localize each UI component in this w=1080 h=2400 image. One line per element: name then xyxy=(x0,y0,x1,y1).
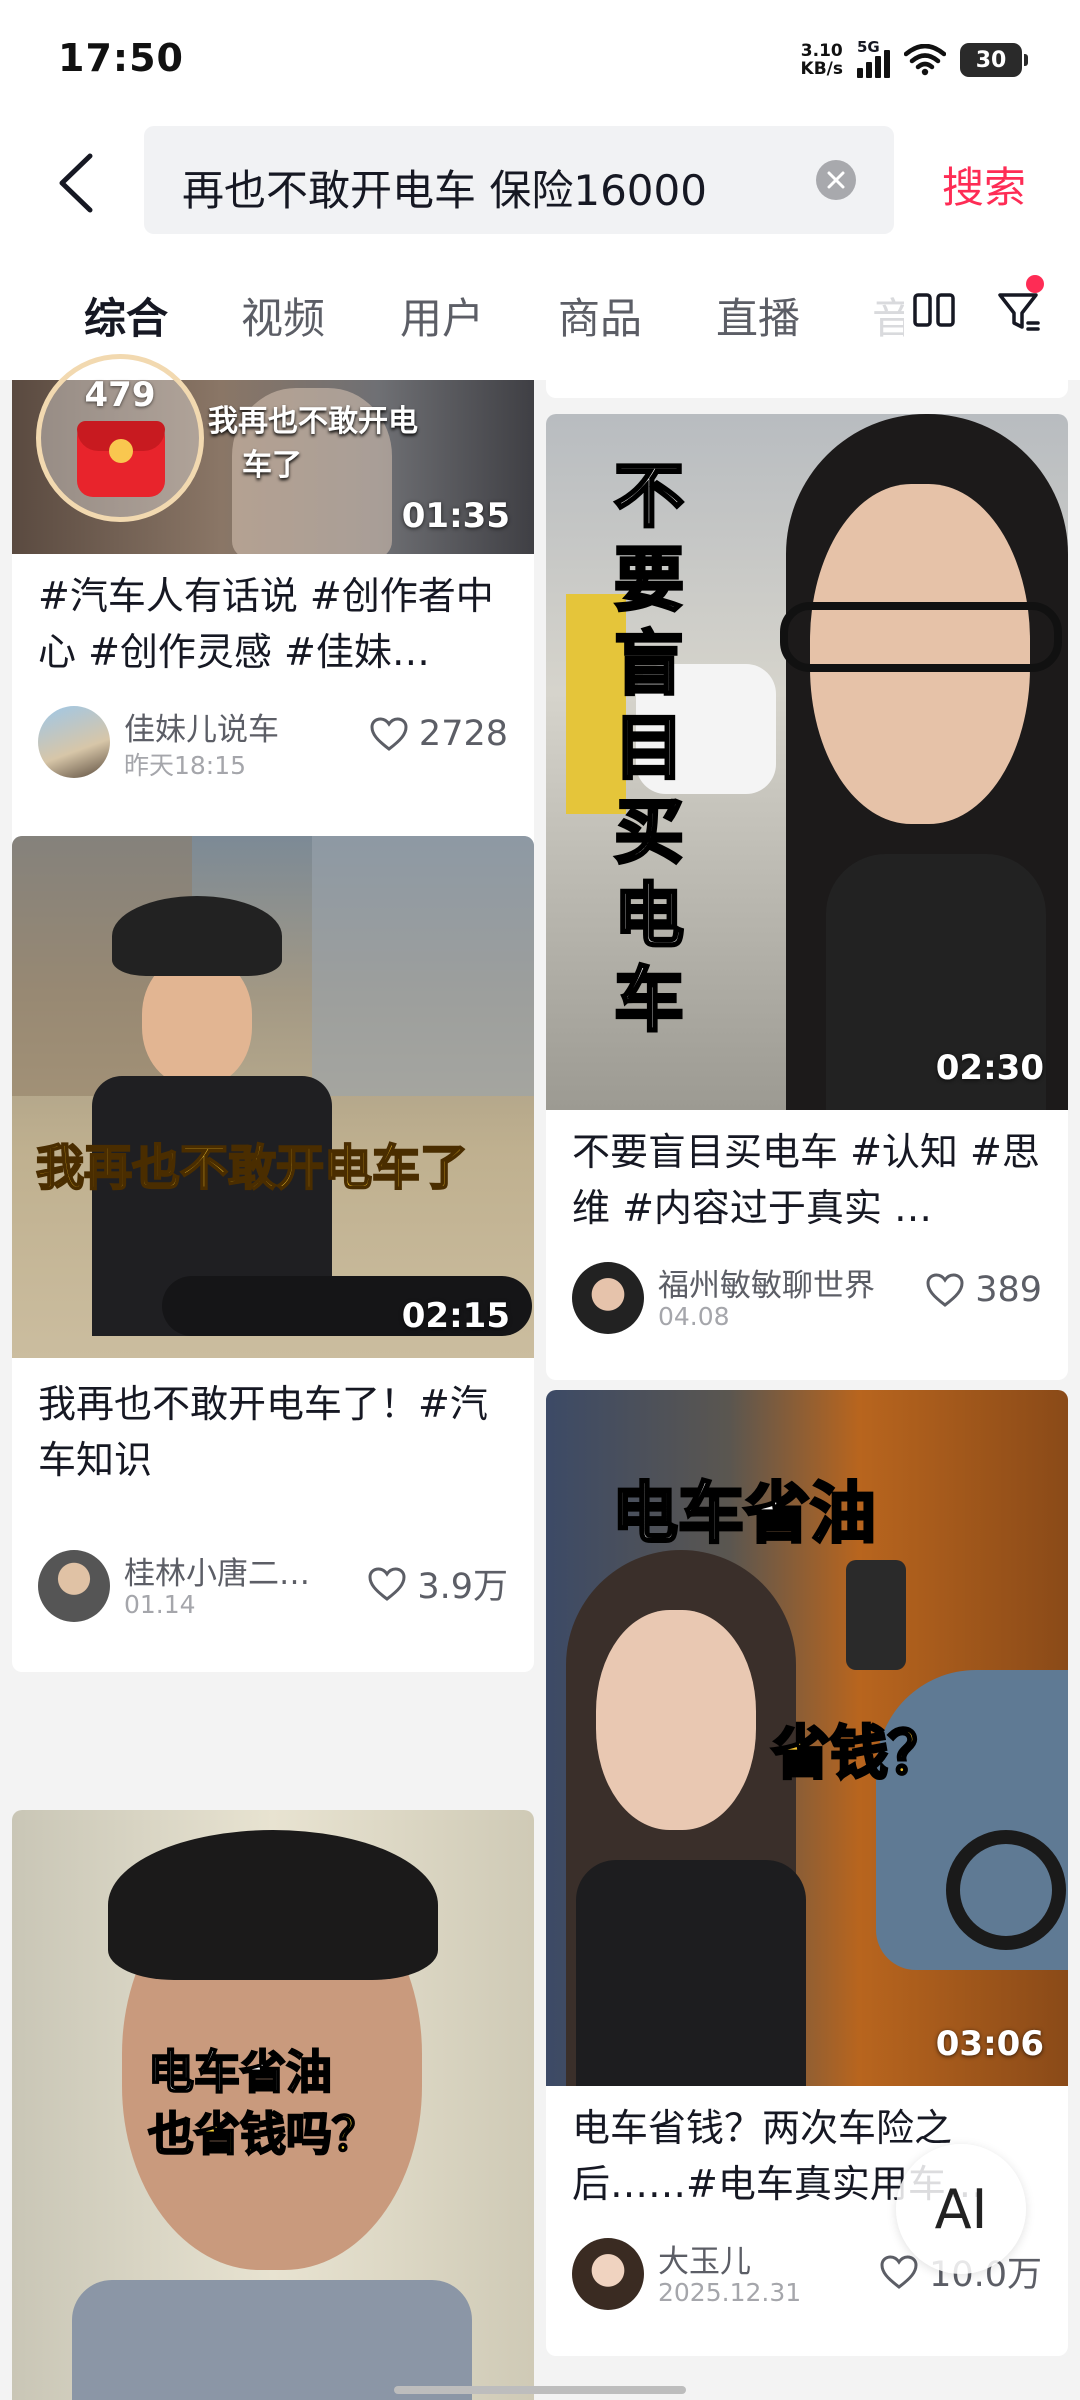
video-card[interactable] xyxy=(546,380,1068,398)
heart-icon xyxy=(368,1566,406,1601)
thumbnail-caption: 省钱？ xyxy=(770,1718,947,1789)
thumbnail-caption: 电车省油 xyxy=(611,1474,878,1554)
network-speed: 3.10 KB/s xyxy=(801,42,843,78)
thumbnail-caption: 我再也不敢开电 xyxy=(208,404,418,439)
like-count[interactable]: 389 xyxy=(925,1270,1042,1310)
avatar[interactable] xyxy=(572,1262,644,1334)
ai-assistant-button[interactable]: AI xyxy=(896,2144,1026,2274)
video-duration: 03:06 xyxy=(935,2024,1044,2064)
heart-icon xyxy=(926,1273,964,1307)
video-duration: 02:30 xyxy=(935,1048,1044,1088)
tab-live[interactable]: 直播 xyxy=(716,285,800,346)
video-card[interactable]: 我再也不敢开电车了 02:15 我再也不敢开电车了！#汽车知识 桂林小唐二… 0… xyxy=(12,836,534,1672)
post-date: 04.08 xyxy=(658,1302,730,1331)
author-name[interactable]: 福州敏敏聊世界 xyxy=(658,1260,875,1305)
home-indicator[interactable] xyxy=(394,2386,686,2394)
video-thumbnail: 电车省油 省钱？ 03:06 xyxy=(546,1390,1068,2086)
network-speed-value: 3.10 xyxy=(800,41,843,61)
avatar[interactable] xyxy=(38,1550,110,1622)
filter-icon[interactable] xyxy=(996,287,1042,335)
search-header: 再也不敢开电车 保险16000 搜索 xyxy=(0,120,1080,245)
video-thumbnail: 我再也不敢开电车了 02:15 xyxy=(12,836,534,1358)
author-name[interactable]: 桂林小唐二… xyxy=(124,1548,310,1593)
status-indicators: 3.10 KB/s 5G 30 xyxy=(801,38,1028,82)
like-count-value: 389 xyxy=(975,1270,1042,1310)
post-date: 2025.12.31 xyxy=(658,2278,802,2307)
avatar[interactable] xyxy=(38,706,110,778)
thumbnail-caption: 不要盲目买电车 xyxy=(613,454,686,1043)
clear-search-icon[interactable] xyxy=(816,160,856,200)
author-name[interactable]: 大玉儿 xyxy=(658,2236,751,2281)
like-count-value: 2728 xyxy=(418,714,508,754)
signal-icon: 5G xyxy=(857,38,890,78)
layout-toggle-icon[interactable] xyxy=(912,289,956,333)
tab-video[interactable]: 视频 xyxy=(241,285,325,346)
status-bar: 17:50 3.10 KB/s 5G 30 xyxy=(0,0,1080,120)
battery-level: 30 xyxy=(975,47,1007,73)
author-name[interactable]: 佳妹儿说车 xyxy=(124,704,279,749)
video-thumbnail: 电车省油 也省钱吗？ xyxy=(12,1810,534,2400)
status-time: 17:50 xyxy=(58,36,184,80)
search-query-text: 再也不敢开电车 保险16000 xyxy=(182,166,707,215)
thumbnail-caption: 也省钱吗？ xyxy=(147,2106,379,2162)
network-speed-unit: KB/s xyxy=(800,59,843,79)
heart-icon xyxy=(370,717,408,751)
video-title: 我再也不敢开电车了！#汽车知识 xyxy=(38,1382,488,1482)
heart-icon xyxy=(880,2254,918,2289)
battery-icon: 30 xyxy=(960,43,1028,77)
thumbnail-caption: 电车省油 xyxy=(147,2044,333,2100)
video-duration: 01:35 xyxy=(401,496,510,536)
video-thumbnail: 不要盲目买电车 02:30 xyxy=(546,414,1068,1110)
avatar[interactable] xyxy=(572,2238,644,2310)
post-date: 01.14 xyxy=(124,1590,196,1619)
results-feed: 我再也不敢开电 车了 01:35 #汽车人有话说 #创作者中心 #创作灵感 #佳… xyxy=(0,380,1080,2400)
like-count[interactable]: 2728 xyxy=(369,714,508,754)
search-input[interactable]: 再也不敢开电车 保险16000 xyxy=(144,126,894,234)
like-count[interactable]: 3.9万 xyxy=(367,1558,508,1609)
red-packet-count: 479 xyxy=(84,375,156,415)
search-tabs: 综合 视频 用户 商品 直播 音 xyxy=(0,245,1080,380)
tab-users[interactable]: 用户 xyxy=(400,285,484,346)
wifi-icon xyxy=(904,44,946,76)
video-title: #汽车人有话说 #创作者中心 #创作灵感 #佳妹… xyxy=(38,574,494,674)
video-title: 不要盲目买电车 #认知 #思维 #内容过于真实 … xyxy=(572,1130,1040,1230)
back-arrow-icon[interactable] xyxy=(52,150,102,216)
video-duration: 02:15 xyxy=(401,1296,510,1336)
like-count-value: 3.9万 xyxy=(417,1567,508,1607)
filter-notification-dot xyxy=(1026,275,1044,293)
search-button[interactable]: 搜索 xyxy=(942,154,1026,215)
tab-comprehensive[interactable]: 综合 xyxy=(84,285,168,346)
thumbnail-caption: 车了 xyxy=(242,448,302,483)
red-packet-badge[interactable]: 479 xyxy=(36,354,204,522)
tab-products[interactable]: 商品 xyxy=(558,285,642,346)
post-date: 昨天18:15 xyxy=(124,751,247,780)
network-type: 5G xyxy=(857,38,880,56)
thumbnail-caption: 我再也不敢开电车了 xyxy=(35,1139,469,1197)
tab-music[interactable]: 音 xyxy=(872,285,904,346)
video-card[interactable]: 不要盲目买电车 02:30 不要盲目买电车 #认知 #思维 #内容过于真实 … … xyxy=(546,414,1068,1380)
video-card[interactable]: 电车省油 也省钱吗？ xyxy=(12,1810,534,2400)
